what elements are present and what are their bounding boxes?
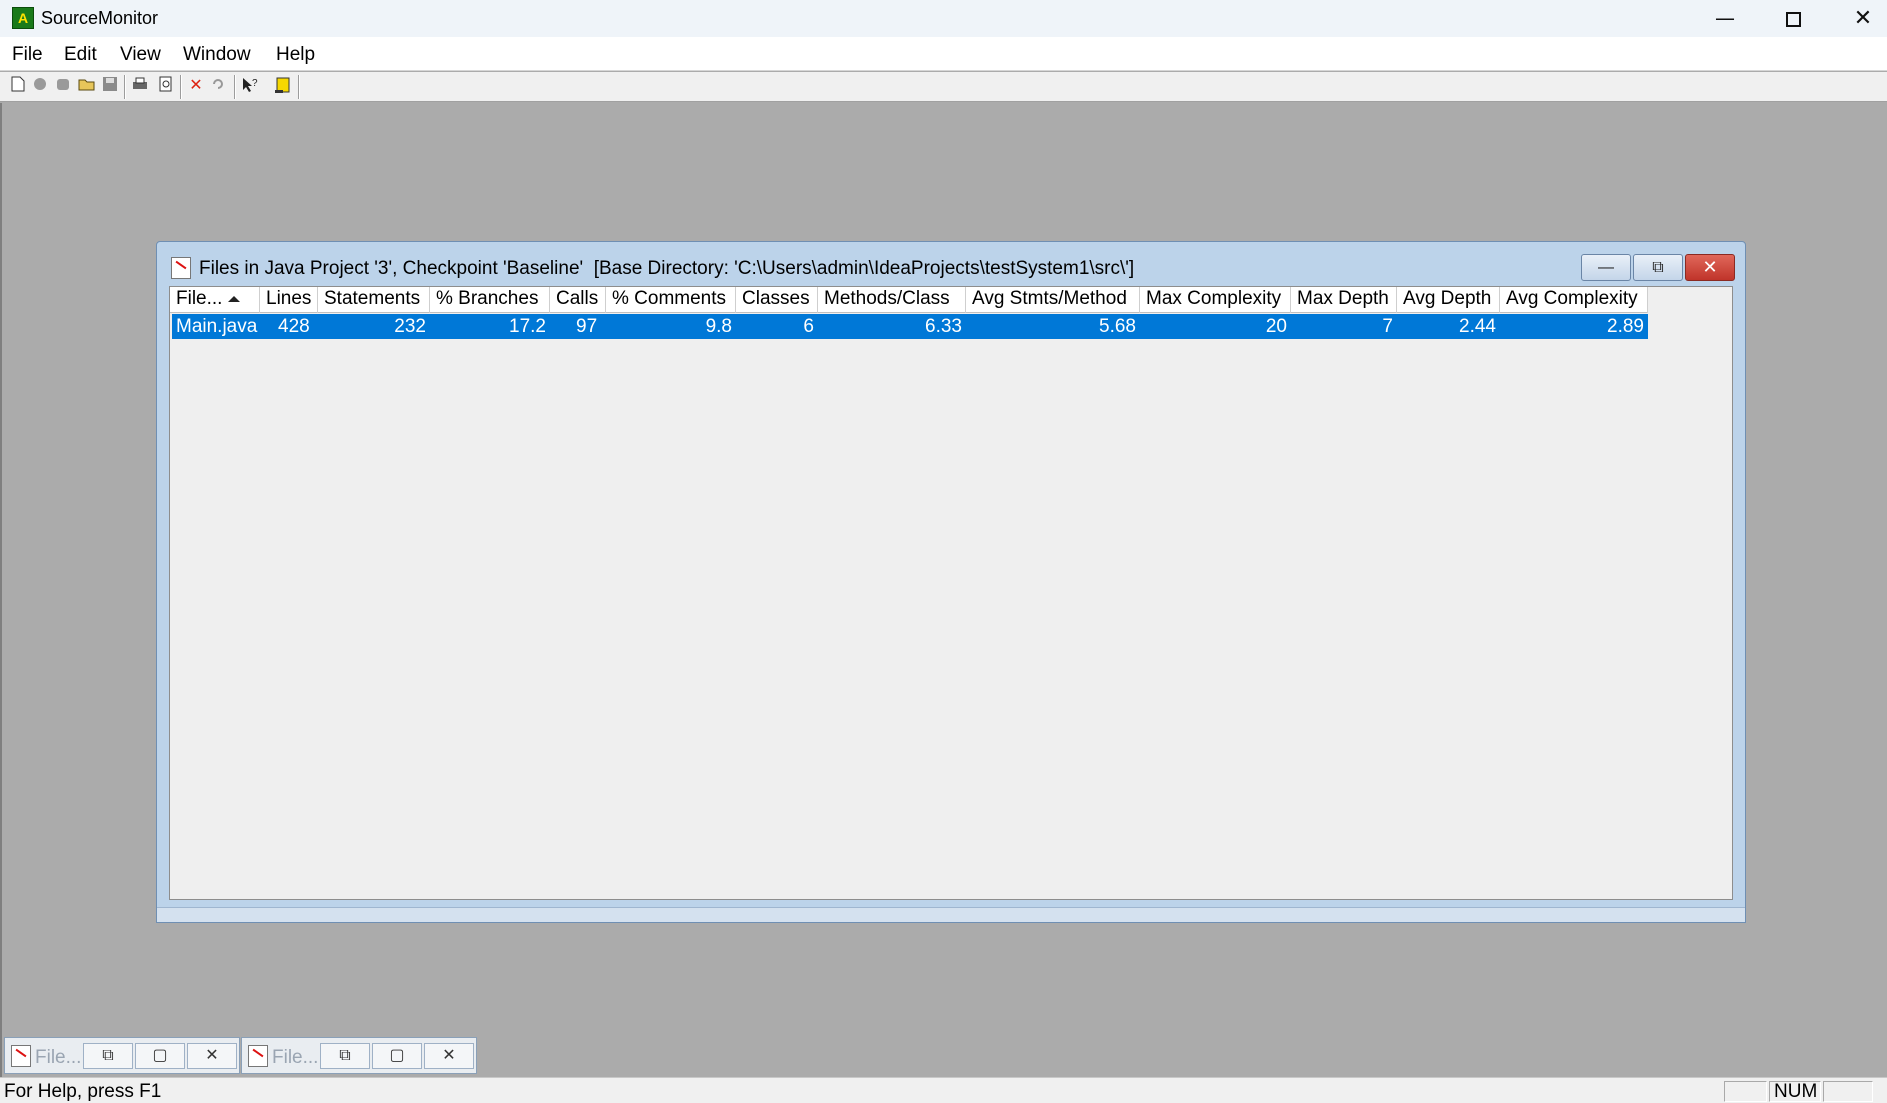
cell-classes: 6 (803, 316, 814, 337)
delete-icon[interactable]: ✕ (186, 76, 206, 96)
status-pane-caps (1724, 1081, 1767, 1102)
cell-branches: 17.2 (509, 316, 546, 337)
list-header: File... Lines Statements % Branches Call… (170, 287, 1648, 313)
status-pane-scroll (1823, 1081, 1873, 1102)
undo-icon[interactable] (208, 76, 228, 96)
close-icon: ✕ (1853, 6, 1873, 31)
open-folder-icon[interactable] (77, 76, 97, 96)
close-button[interactable]: ✕ (187, 1043, 237, 1069)
restore-icon: ⧉ (1652, 259, 1664, 276)
child-minimize-button[interactable]: — (1581, 254, 1631, 281)
gray-icon[interactable] (30, 76, 50, 96)
cell-methods-class: 6.33 (925, 316, 962, 337)
table-row[interactable]: Main.java 428 232 17.2 97 9.8 6 6.33 5.6… (172, 314, 1648, 339)
cell-statements: 232 (394, 316, 426, 337)
print-icon[interactable] (130, 76, 150, 96)
column-header-max-depth[interactable]: Max Depth (1291, 287, 1397, 313)
maximize-button[interactable] (1760, 0, 1826, 37)
cell-comments: 9.8 (705, 316, 732, 337)
minimized-window-label: File... (272, 1047, 319, 1068)
menu-file[interactable]: File (12, 44, 43, 66)
document-icon (11, 1045, 31, 1067)
status-text: For Help, press F1 (4, 1081, 162, 1102)
child-window-bottom-border (157, 907, 1745, 922)
child-title-bar[interactable]: Files in Java Project '3', Checkpoint 'B… (157, 242, 1745, 286)
menu-edit[interactable]: Edit (64, 44, 97, 66)
column-header-comments[interactable]: % Comments (606, 287, 736, 313)
minimized-window-label: File... (35, 1047, 82, 1068)
files-child-window: Files in Java Project '3', Checkpoint 'B… (156, 241, 1746, 923)
cell-avg-complexity: 2.89 (1607, 316, 1644, 337)
column-header-file[interactable]: File... (170, 287, 260, 313)
cell-avg-stmts-method: 5.68 (1099, 316, 1136, 337)
restore-icon: ⧉ (102, 1047, 114, 1064)
app-title: SourceMonitor (41, 8, 159, 28)
minimize-icon: — (1715, 6, 1735, 30)
column-header-avg-complexity[interactable]: Avg Complexity (1500, 287, 1648, 313)
toolbar-separator (124, 75, 126, 99)
column-header-classes[interactable]: Classes (736, 287, 818, 313)
close-icon: ✕ (205, 1047, 219, 1064)
toolbar-separator (180, 75, 182, 99)
status-pane-num: NUM (1769, 1081, 1821, 1102)
minimized-window-2[interactable]: File... ⧉ ▢ ✕ (241, 1037, 477, 1074)
file-list-view[interactable]: File... Lines Statements % Branches Call… (169, 286, 1733, 900)
save-icon[interactable] (100, 76, 120, 96)
column-header-avg-stmts-method[interactable]: Avg Stmts/Method (966, 287, 1140, 313)
close-button[interactable]: ✕ (1830, 0, 1887, 37)
minimize-icon: — (1598, 259, 1614, 276)
column-header-methods-class[interactable]: Methods/Class (818, 287, 966, 313)
column-header-lines[interactable]: Lines (260, 287, 318, 313)
minimize-button[interactable]: — (1692, 0, 1758, 37)
column-header-calls[interactable]: Calls (550, 287, 606, 313)
column-header-max-complexity[interactable]: Max Complexity (1140, 287, 1291, 313)
restore-button[interactable]: ⧉ (83, 1043, 133, 1069)
maximize-button[interactable]: ▢ (372, 1043, 422, 1069)
menu-help[interactable]: Help (276, 44, 315, 66)
menu-window[interactable]: Window (183, 44, 251, 66)
info-icon[interactable] (272, 76, 292, 96)
close-icon: ✕ (442, 1047, 456, 1064)
maximize-button[interactable]: ▢ (135, 1043, 185, 1069)
minimized-window-1[interactable]: File... ⧉ ▢ ✕ (4, 1037, 240, 1074)
maximize-icon (1785, 12, 1801, 27)
status-bar: For Help, press F1 NUM (0, 1077, 1887, 1103)
print-preview-icon[interactable] (156, 76, 176, 96)
restore-button[interactable]: ⧉ (320, 1043, 370, 1069)
child-restore-button[interactable]: ⧉ (1633, 254, 1683, 281)
cell-calls: 97 (576, 316, 598, 337)
child-close-button[interactable]: ✕ (1685, 254, 1735, 281)
sourcemonitor-app-icon: A (12, 7, 34, 29)
new-file-icon[interactable] (8, 76, 28, 96)
toolbar: ✕ ? (0, 72, 1887, 102)
restore-icon: ⧉ (339, 1047, 351, 1064)
column-header-branches[interactable]: % Branches (430, 287, 550, 313)
column-header-avg-depth[interactable]: Avg Depth (1397, 287, 1500, 313)
sort-ascending-icon (228, 295, 241, 302)
close-button[interactable]: ✕ (424, 1043, 474, 1069)
close-icon: ✕ (1702, 257, 1718, 277)
cell-avg-depth: 2.44 (1459, 316, 1496, 337)
document-icon (171, 257, 191, 279)
cell-lines: 428 (278, 316, 310, 337)
menu-view[interactable]: View (120, 44, 161, 66)
child-window-title: Files in Java Project '3', Checkpoint 'B… (199, 258, 1135, 279)
toolbar-separator (298, 75, 300, 99)
title-bar: A SourceMonitor — ✕ (0, 0, 1887, 37)
svg-text:?: ? (252, 78, 258, 89)
maximize-icon: ▢ (152, 1047, 168, 1064)
cell-max-complexity: 20 (1265, 316, 1287, 337)
toolbar-separator (234, 75, 236, 99)
column-header-statements[interactable]: Statements (318, 287, 430, 313)
cell-file: Main.java (176, 316, 258, 337)
maximize-icon: ▢ (389, 1047, 405, 1064)
cell-max-depth: 7 (1382, 316, 1393, 337)
context-help-icon[interactable]: ? (240, 76, 260, 96)
menu-bar: File Edit View Window Help (0, 37, 1887, 71)
gray-icon[interactable] (53, 76, 73, 96)
document-icon (248, 1045, 268, 1067)
